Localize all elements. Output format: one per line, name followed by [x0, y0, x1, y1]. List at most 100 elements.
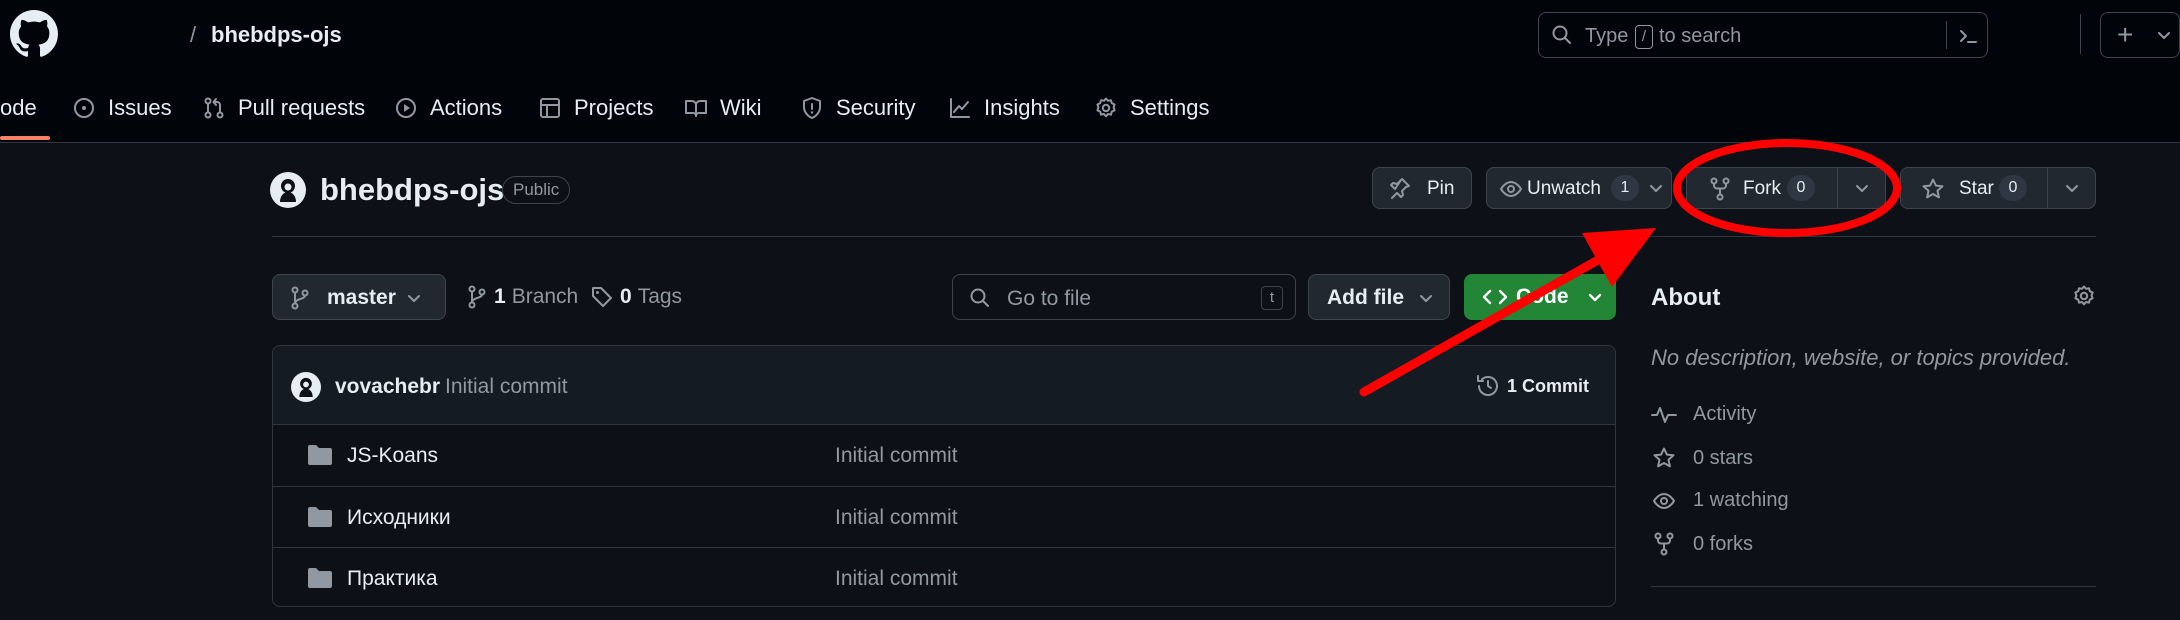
tag-label: Tags: [637, 285, 683, 308]
history-icon: [1475, 373, 1501, 399]
table-row[interactable]: Практика Initial commit: [273, 548, 1615, 606]
about-watching-link[interactable]: 1 watching: [1651, 489, 1789, 512]
pin-button[interactable]: Pin: [1372, 167, 1472, 209]
play-icon: [394, 96, 418, 120]
branch-icon: [466, 285, 488, 309]
file-commit-message[interactable]: Initial commit: [835, 567, 958, 591]
tab-label: Security: [836, 95, 916, 120]
owner-avatar[interactable]: [270, 172, 306, 208]
visibility-badge: Public: [502, 176, 571, 204]
folder-icon: [307, 567, 333, 589]
tab-wiki[interactable]: Wiki: [684, 88, 762, 128]
watch-count: 1: [1611, 175, 1639, 201]
fork-button[interactable]: Fork 0: [1686, 167, 1886, 209]
star-dropdown-chevron-icon[interactable]: [2065, 184, 2079, 194]
code-button[interactable]: Code: [1464, 274, 1616, 320]
star-button[interactable]: Star 0: [1900, 167, 2096, 209]
tab-projects[interactable]: Projects: [538, 88, 653, 128]
about-item-label: 1 watching: [1693, 489, 1789, 511]
star-label: Star: [1959, 178, 1994, 199]
go-to-file-input[interactable]: Go to file t: [952, 274, 1296, 320]
add-file-button[interactable]: Add file: [1308, 274, 1450, 320]
commit-author[interactable]: vovachebr: [335, 375, 440, 399]
search-icon: [969, 287, 991, 309]
branch-selector[interactable]: master: [272, 274, 446, 320]
file-name[interactable]: JS-Koans: [347, 444, 438, 468]
tab-code[interactable]: ode: [0, 88, 37, 128]
branch-icon: [289, 286, 311, 310]
fork-count: 0: [1787, 175, 1815, 201]
chevron-down-icon: [1588, 293, 1602, 303]
search-input[interactable]: Type / to search: [1538, 12, 1988, 58]
watch-button[interactable]: Unwatch 1: [1486, 167, 1672, 209]
breadcrumb-repo-link[interactable]: bhebdps-ojs: [211, 22, 342, 48]
latest-commit-bar: vovachebr Initial commit 1 Commit: [273, 346, 1615, 425]
chevron-down-icon: [2157, 31, 2171, 41]
star-icon: [1921, 177, 1945, 201]
shield-icon: [800, 96, 824, 120]
tab-settings[interactable]: Settings: [1094, 88, 1210, 128]
star-icon: [1651, 446, 1677, 470]
search-icon: [1551, 24, 1573, 46]
branch-count: 1: [494, 285, 506, 308]
pin-label: Pin: [1427, 178, 1455, 199]
tab-insights[interactable]: Insights: [948, 88, 1060, 128]
branches-link[interactable]: 1 Branch: [466, 285, 578, 309]
repo-title[interactable]: bhebdps-ojs: [320, 172, 504, 208]
file-commit-message[interactable]: Initial commit: [835, 444, 958, 468]
fork-button-divider: [1837, 168, 1838, 208]
fork-icon: [1651, 532, 1677, 556]
tab-label: Settings: [1130, 95, 1210, 120]
add-file-label: Add file: [1327, 286, 1404, 309]
about-activity-link[interactable]: Activity: [1651, 403, 1756, 426]
plus-icon: +: [2117, 19, 2134, 50]
issue-icon: [72, 96, 96, 120]
chevron-down-icon: [1649, 184, 1663, 194]
file-commit-message[interactable]: Initial commit: [835, 506, 958, 530]
watch-label: Unwatch: [1527, 178, 1601, 199]
about-settings-gear-icon[interactable]: [2072, 284, 2096, 308]
gear-icon: [1094, 96, 1118, 120]
about-item-label: Activity: [1693, 403, 1757, 425]
tags-link[interactable]: 0 Tags: [590, 285, 682, 309]
tab-pull-requests[interactable]: Pull requests: [202, 88, 365, 128]
file-name[interactable]: Исходники: [347, 506, 451, 530]
chevron-down-icon: [1419, 294, 1433, 304]
header-divider: [2080, 14, 2081, 54]
tab-label: ode: [0, 95, 37, 120]
about-stars-link[interactable]: 0 stars: [1651, 446, 1753, 470]
author-avatar[interactable]: [291, 372, 321, 402]
top-header: / bhebdps-ojs Type / to search + ode Iss…: [0, 0, 2180, 143]
code-label: Code: [1516, 285, 1569, 308]
about-heading: About: [1651, 284, 1721, 311]
tab-issues[interactable]: Issues: [72, 88, 172, 128]
tab-label: Actions: [430, 95, 503, 120]
table-row[interactable]: Исходники Initial commit: [273, 487, 1615, 547]
github-logo-icon[interactable]: [10, 10, 58, 58]
tab-label: Projects: [574, 95, 654, 120]
create-new-button[interactable]: +: [2100, 12, 2180, 58]
command-palette-icon[interactable]: [1957, 25, 1979, 47]
fork-dropdown-chevron-icon[interactable]: [1855, 184, 1869, 194]
table-icon: [538, 96, 562, 120]
table-row[interactable]: JS-Koans Initial commit: [273, 425, 1615, 486]
tab-label: Pull requests: [238, 95, 366, 120]
file-name[interactable]: Практика: [347, 567, 438, 591]
commit-message[interactable]: Initial commit: [445, 375, 568, 399]
pin-icon: [1389, 177, 1411, 199]
title-divider: [272, 236, 2096, 237]
tab-actions[interactable]: Actions: [394, 88, 502, 128]
tab-label: Insights: [984, 95, 1060, 120]
eye-icon: [1499, 178, 1523, 200]
tag-icon: [590, 285, 614, 309]
eye-icon: [1651, 490, 1677, 512]
commit-count-link[interactable]: 1 Commit: [1507, 376, 1589, 397]
folder-icon: [307, 444, 333, 466]
tab-security[interactable]: Security: [800, 88, 915, 128]
active-tab-underline: [0, 136, 50, 140]
pulse-icon: [1651, 404, 1677, 426]
go-to-file-shortcut-key: t: [1261, 286, 1283, 310]
about-forks-link[interactable]: 0 forks: [1651, 532, 1753, 556]
pull-request-icon: [202, 96, 226, 120]
search-shortcut-key: /: [1635, 25, 1653, 49]
